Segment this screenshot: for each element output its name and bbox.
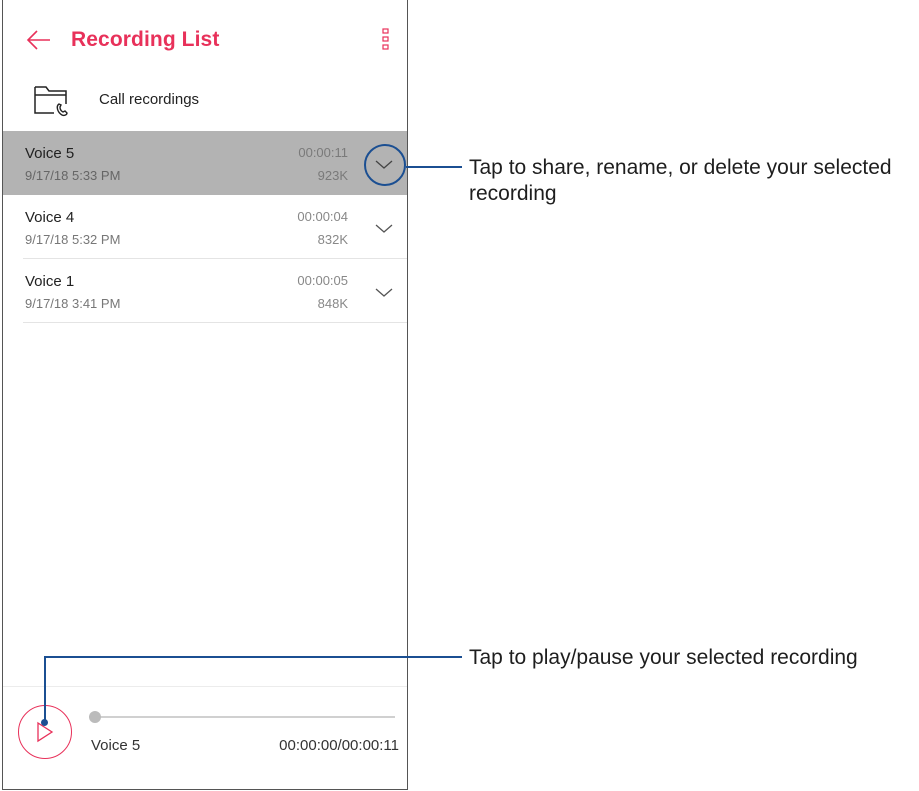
chevron-down-icon [375,224,393,233]
callout-dot [41,719,48,726]
expand-options-button[interactable] [369,215,399,241]
recording-date: 9/17/18 5:33 PM [25,168,121,183]
recording-row[interactable]: Voice 5 9/17/18 5:33 PM 00:00:11 923K [3,131,407,195]
recording-duration: 00:00:04 [297,209,348,224]
callout-connector [44,656,462,658]
recording-date: 9/17/18 3:41 PM [25,296,121,311]
phone-screen: Recording List Call recordings Voice 5 9… [2,0,408,790]
seek-track [95,716,395,718]
callout-line-2: recording [469,182,557,205]
chevron-down-icon [375,288,393,297]
call-recordings-item[interactable]: Call recordings [3,76,407,128]
callout-highlight-ring [364,144,406,186]
recording-date: 9/17/18 5:32 PM [25,232,121,247]
recording-size: 832K [317,232,348,247]
callout-share-rename-delete: Tap to share, rename, or delete your sel… [469,155,892,207]
recording-row[interactable]: Voice 1 9/17/18 3:41 PM 00:00:05 848K [3,259,407,323]
recording-duration: 00:00:05 [297,273,348,288]
recording-size: 923K [317,168,348,183]
more-vertical-icon [382,28,389,50]
seek-bar[interactable] [89,709,395,725]
app-bar: Recording List [3,0,407,76]
player-track-name: Voice 5 [91,737,141,754]
recording-list: Voice 5 9/17/18 5:33 PM 00:00:11 923K Vo… [3,131,407,323]
row-divider [23,322,407,323]
player-time: 00:00:00/00:00:11 [279,737,399,754]
seek-handle[interactable] [89,711,101,723]
arrow-left-icon [26,30,50,50]
recording-row[interactable]: Voice 4 9/17/18 5:32 PM 00:00:04 832K [3,195,407,259]
recording-size: 848K [317,296,348,311]
callout-connector [44,656,46,723]
page-title: Recording List [71,28,220,51]
player-bar: Voice 5 00:00:00/00:00:11 [3,686,407,789]
back-button[interactable] [25,26,53,54]
recording-name: Voice 1 [25,273,75,290]
call-recordings-label: Call recordings [99,91,200,108]
recording-name: Voice 5 [25,145,75,162]
callout-line-1: Tap to share, rename, or delete your sel… [469,156,892,179]
recording-duration: 00:00:11 [298,145,348,160]
more-options-button[interactable] [379,28,393,52]
recording-name: Voice 4 [25,209,75,226]
callout-play-pause: Tap to play/pause your selected recordin… [469,646,858,669]
expand-options-button[interactable] [369,279,399,305]
callout-connector [406,166,462,168]
folder-phone-icon [34,86,68,117]
